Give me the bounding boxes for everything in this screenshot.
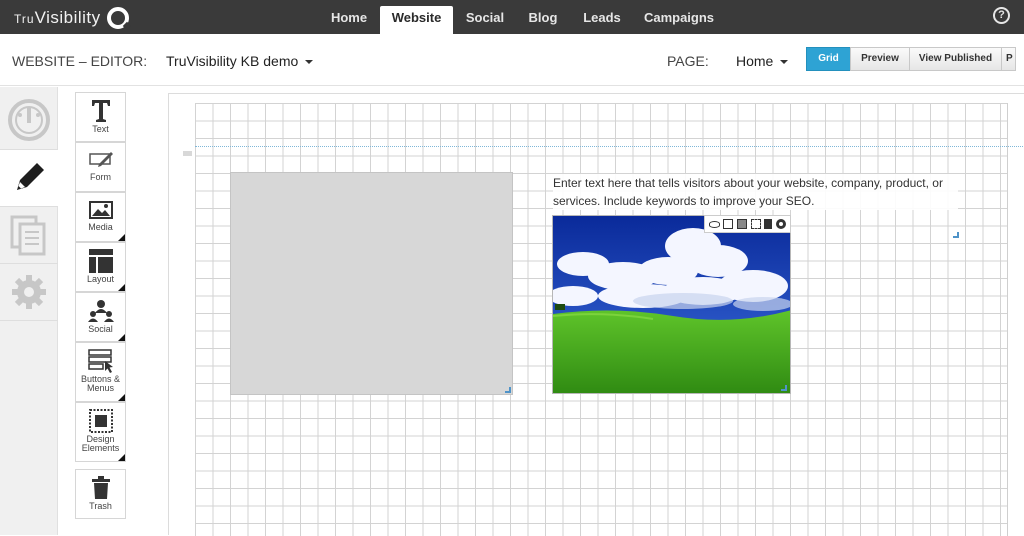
expand-corner-icon bbox=[118, 334, 125, 341]
copy-icon[interactable] bbox=[723, 219, 734, 229]
form-icon bbox=[88, 152, 113, 167]
text-icon bbox=[91, 100, 110, 122]
trash-icon bbox=[91, 476, 110, 499]
nav-campaigns[interactable]: Campaigns bbox=[638, 6, 720, 34]
logo-text-large: Visibility bbox=[34, 8, 101, 27]
page-name: Home bbox=[736, 53, 774, 69]
editor-header: WEBSITE – EDITOR: TruVisibility KB demo … bbox=[0, 34, 1024, 86]
nav-social[interactable]: Social bbox=[456, 6, 514, 34]
nav-leads[interactable]: Leads bbox=[574, 6, 630, 34]
chevron-down-icon bbox=[305, 60, 314, 65]
pages-icon bbox=[10, 215, 46, 256]
tool-label-line2: Menus bbox=[86, 383, 114, 393]
sidebar-item-editor[interactable] bbox=[0, 150, 58, 206]
page-label: PAGE: bbox=[667, 53, 709, 69]
tool-label-line2: Elements bbox=[81, 443, 120, 453]
tool-layout[interactable]: Layout bbox=[75, 242, 126, 292]
nav-blog[interactable]: Blog bbox=[518, 6, 568, 34]
left-sidebar bbox=[0, 87, 58, 535]
nav-website[interactable]: Website bbox=[380, 6, 453, 34]
media-icon bbox=[88, 201, 113, 219]
truvisibility-logo[interactable]: TruVisibility bbox=[14, 4, 129, 32]
buttons-menus-icon bbox=[87, 349, 113, 373]
chevron-down-icon bbox=[780, 60, 789, 65]
tool-label: Text bbox=[92, 124, 109, 134]
fullscreen-icon[interactable] bbox=[750, 219, 761, 229]
expand-corner-icon bbox=[118, 454, 125, 461]
expand-corner-icon bbox=[118, 394, 125, 401]
landscape-image bbox=[553, 216, 790, 393]
editor-canvas[interactable]: Enter text here that tells visitors abou… bbox=[168, 93, 1024, 536]
editor-label: WEBSITE – EDITOR: bbox=[12, 53, 148, 69]
image-element[interactable] bbox=[552, 215, 791, 394]
tool-media[interactable]: Media bbox=[75, 192, 126, 242]
gear-icon[interactable] bbox=[776, 219, 787, 229]
tool-label: Form bbox=[90, 172, 111, 182]
expand-corner-icon bbox=[118, 234, 125, 241]
grid-button[interactable]: Grid bbox=[806, 47, 851, 71]
element-toolbox: Text Form Media Layout Social Buttons & … bbox=[58, 87, 144, 535]
logo-text: TruVisibility bbox=[14, 8, 101, 28]
expand-corner-icon bbox=[118, 284, 125, 291]
tool-label: Trash bbox=[89, 501, 112, 511]
pencil-icon bbox=[17, 163, 44, 190]
resize-handle[interactable] bbox=[953, 232, 959, 238]
top-navigation-bar: TruVisibility Home Website Social Blog L… bbox=[0, 0, 1024, 34]
duplicate-icon[interactable] bbox=[737, 219, 748, 229]
site-name: TruVisibility KB demo bbox=[166, 53, 299, 69]
tool-label: Media bbox=[88, 222, 113, 232]
tool-form[interactable]: Form bbox=[75, 142, 126, 192]
gear-icon bbox=[12, 275, 46, 309]
preview-button[interactable]: Preview bbox=[850, 47, 910, 71]
dashboard-icon bbox=[8, 99, 50, 141]
eye-icon[interactable] bbox=[708, 220, 720, 228]
logo-ring-icon bbox=[106, 7, 129, 29]
image-element-toolbar bbox=[704, 215, 791, 233]
sidebar-item-pages[interactable] bbox=[0, 207, 58, 263]
tool-social[interactable]: Social bbox=[75, 292, 126, 342]
logo-text-small: Tru bbox=[14, 12, 35, 26]
resize-handle[interactable] bbox=[505, 387, 511, 393]
tool-trash[interactable]: Trash bbox=[75, 469, 126, 519]
section-guide-line bbox=[195, 146, 1024, 147]
page-selector[interactable]: Home bbox=[736, 53, 789, 69]
tool-buttons-menus[interactable]: Buttons & Menus bbox=[75, 342, 126, 402]
social-icon bbox=[87, 300, 114, 322]
view-mode-buttons: Grid Preview View Published P bbox=[806, 47, 1016, 71]
layout-icon bbox=[88, 249, 113, 273]
publish-button[interactable]: P bbox=[1001, 47, 1016, 71]
tool-label: Social bbox=[88, 324, 113, 334]
text-element[interactable]: Enter text here that tells visitors abou… bbox=[553, 174, 958, 210]
empty-element-placeholder[interactable] bbox=[230, 172, 513, 395]
sidebar-item-settings[interactable] bbox=[0, 264, 58, 320]
tool-design-elements[interactable]: Design Elements bbox=[75, 402, 126, 462]
view-published-button[interactable]: View Published bbox=[909, 47, 1002, 71]
tool-text[interactable]: Text bbox=[75, 92, 126, 142]
design-elements-icon bbox=[88, 409, 113, 433]
tool-label: Layout bbox=[86, 274, 115, 284]
resize-handle[interactable] bbox=[781, 385, 787, 391]
nav-home[interactable]: Home bbox=[321, 6, 377, 34]
site-selector[interactable]: TruVisibility KB demo bbox=[166, 53, 314, 69]
sidebar-item-dashboard[interactable] bbox=[0, 92, 58, 148]
help-icon[interactable]: ? bbox=[993, 7, 1010, 24]
collapse-section-handle[interactable] bbox=[183, 151, 192, 156]
trash-icon[interactable] bbox=[764, 219, 773, 229]
